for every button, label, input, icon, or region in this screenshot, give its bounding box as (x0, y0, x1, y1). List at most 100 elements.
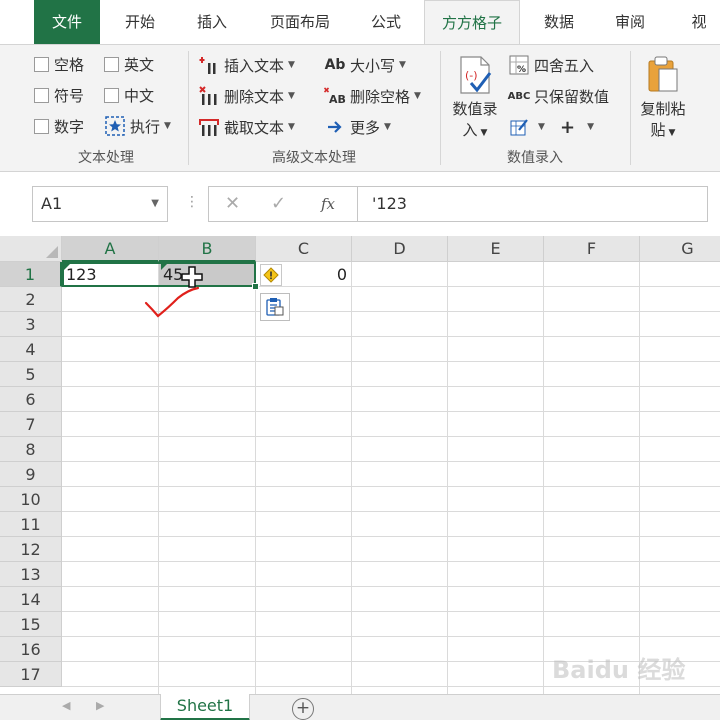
extract-text-button[interactable]: 截取文本 ▼ (198, 115, 295, 139)
column-header-g[interactable]: G (640, 236, 720, 262)
numeric-entry-button[interactable]: (-) 数值录 入 ▼ (446, 51, 504, 144)
gridline-horizontal (62, 336, 720, 337)
enter-check-icon[interactable]: ✓ (271, 187, 286, 221)
row-header-11[interactable]: 11 (0, 512, 62, 537)
more-button[interactable]: 更多 ▼ (324, 115, 391, 139)
keep-value-button[interactable]: ABC 只保留数值 (508, 84, 609, 108)
chevron-down-icon[interactable]: ▼ (151, 187, 159, 221)
paste-options-icon[interactable] (260, 293, 290, 321)
case-button[interactable]: Ab 大小写 ▼ (324, 53, 406, 77)
row-header-4[interactable]: 4 (0, 337, 62, 362)
row-header-2[interactable]: 2 (0, 287, 62, 312)
tab-data[interactable]: 数据 (528, 0, 590, 44)
fill-handle[interactable] (252, 283, 259, 290)
name-box[interactable]: A1 ▼ (32, 186, 168, 222)
tab-view[interactable]: 视 (678, 0, 720, 44)
row-header-10[interactable]: 10 (0, 487, 62, 512)
row-header-13[interactable]: 13 (0, 562, 62, 587)
checkbox-label: 数字 (54, 117, 85, 136)
row-header-3[interactable]: 3 (0, 312, 62, 337)
select-all-corner[interactable] (0, 236, 62, 262)
formula-buttons: ✕ ✓ fx (208, 186, 358, 222)
gridline-horizontal (62, 511, 720, 512)
more-label: 更多 (350, 118, 381, 137)
column-header-c[interactable]: C (256, 236, 352, 262)
checkbox-label: 中文 (124, 86, 155, 105)
insert-text-button[interactable]: 插入文本 ▼ (198, 53, 295, 77)
row-header-17[interactable]: 17 (0, 662, 62, 687)
delete-text-icon (198, 86, 220, 106)
checkbox-chinese[interactable]: 中文 (104, 84, 154, 106)
insert-function-icon[interactable]: fx (321, 187, 335, 221)
sheet-tab-sheet1[interactable]: Sheet1 (160, 694, 250, 720)
column-header-b[interactable]: B (159, 236, 256, 262)
checkbox-space[interactable]: 空格 (34, 53, 84, 75)
gridline-vertical (158, 262, 159, 694)
add-sheet-icon[interactable]: + (292, 698, 314, 720)
row-header-15[interactable]: 15 (0, 612, 62, 637)
delete-text-button[interactable]: 删除文本 ▼ (198, 84, 295, 108)
checkbox-label: 符号 (54, 86, 85, 105)
row-header-14[interactable]: 14 (0, 587, 62, 612)
checkbox-symbol[interactable]: 符号 (34, 84, 84, 106)
checkbox-english[interactable]: 英文 (104, 53, 154, 75)
checkbox-box[interactable] (34, 87, 49, 103)
chevron-down-icon: ▼ (288, 60, 295, 70)
delete-space-icon: AB (324, 86, 346, 106)
gridline-horizontal (62, 686, 720, 687)
round-button[interactable]: % 四舍五入 (508, 53, 594, 77)
cross-cursor-icon (181, 266, 203, 288)
row-header-16[interactable]: 16 (0, 637, 62, 662)
row-header-1[interactable]: 1 (0, 262, 62, 287)
clipboard-icon (636, 51, 690, 99)
formula-input[interactable]: '123 (358, 186, 708, 222)
column-header-e[interactable]: E (448, 236, 544, 262)
delete-space-label: 删除空格 (350, 87, 411, 106)
checkbox-box[interactable] (34, 118, 49, 134)
row-header-9[interactable]: 9 (0, 462, 62, 487)
checkbox-label: 空格 (54, 55, 85, 74)
tab-file[interactable]: 文件 (34, 0, 100, 44)
tab-insert[interactable]: 插入 (180, 0, 244, 44)
column-header-a[interactable]: A (62, 236, 159, 262)
sheet-nav-left-icon[interactable]: ◀ (62, 699, 70, 712)
column-header-d[interactable]: D (352, 236, 448, 262)
plus-icon: + (560, 116, 576, 138)
worksheet-grid[interactable]: A B C D E F G 1 2 3 4 5 6 7 8 9 10 11 12… (0, 236, 720, 694)
row-header-5[interactable]: 5 (0, 362, 62, 387)
numeric-entry-label: 数值录 (452, 100, 498, 118)
checkbox-box[interactable] (34, 56, 49, 72)
numeric-entry-icon: (-) (446, 51, 504, 99)
cancel-icon[interactable]: ✕ (225, 187, 240, 221)
tab-page-layout[interactable]: 页面布局 (254, 0, 346, 44)
gridline-horizontal (62, 611, 720, 612)
group-label-text-processing: 文本处理 (78, 150, 134, 166)
edit-sheet-button[interactable]: ▼ (508, 115, 545, 139)
svg-text:%: % (517, 65, 526, 75)
selection-range (62, 262, 256, 287)
chevron-down-icon: ▼ (414, 91, 421, 101)
tab-review[interactable]: 审阅 (598, 0, 662, 44)
copy-paste-label: 复制粘 (640, 100, 686, 118)
copy-paste-button[interactable]: 复制粘 贴 ▼ (636, 51, 690, 144)
tab-fangfang[interactable]: 方方格子 (424, 0, 520, 45)
row-header-6[interactable]: 6 (0, 387, 62, 412)
checkbox-number[interactable]: 数字 (34, 115, 84, 137)
delete-space-button[interactable]: AB 删除空格 ▼ (324, 84, 421, 108)
row-header-7[interactable]: 7 (0, 412, 62, 437)
gridline-horizontal (62, 561, 720, 562)
chevron-down-icon: ▼ (288, 91, 295, 101)
row-header-12[interactable]: 12 (0, 537, 62, 562)
warning-diamond-icon[interactable] (260, 264, 282, 286)
sheet-nav-right-icon[interactable]: ▶ (96, 699, 104, 712)
round-label: 四舍五入 (534, 56, 595, 75)
checkbox-box[interactable] (104, 87, 119, 103)
formula-bar-grip-icon[interactable]: ⋮ (185, 194, 199, 210)
column-header-f[interactable]: F (544, 236, 640, 262)
plus-button[interactable]: + ▼ (560, 115, 594, 139)
row-header-8[interactable]: 8 (0, 437, 62, 462)
tab-formulas[interactable]: 公式 (354, 0, 418, 44)
checkbox-box[interactable] (104, 56, 119, 72)
tab-home[interactable]: 开始 (108, 0, 172, 44)
execute-button[interactable]: 执行 ▼ (104, 114, 171, 138)
